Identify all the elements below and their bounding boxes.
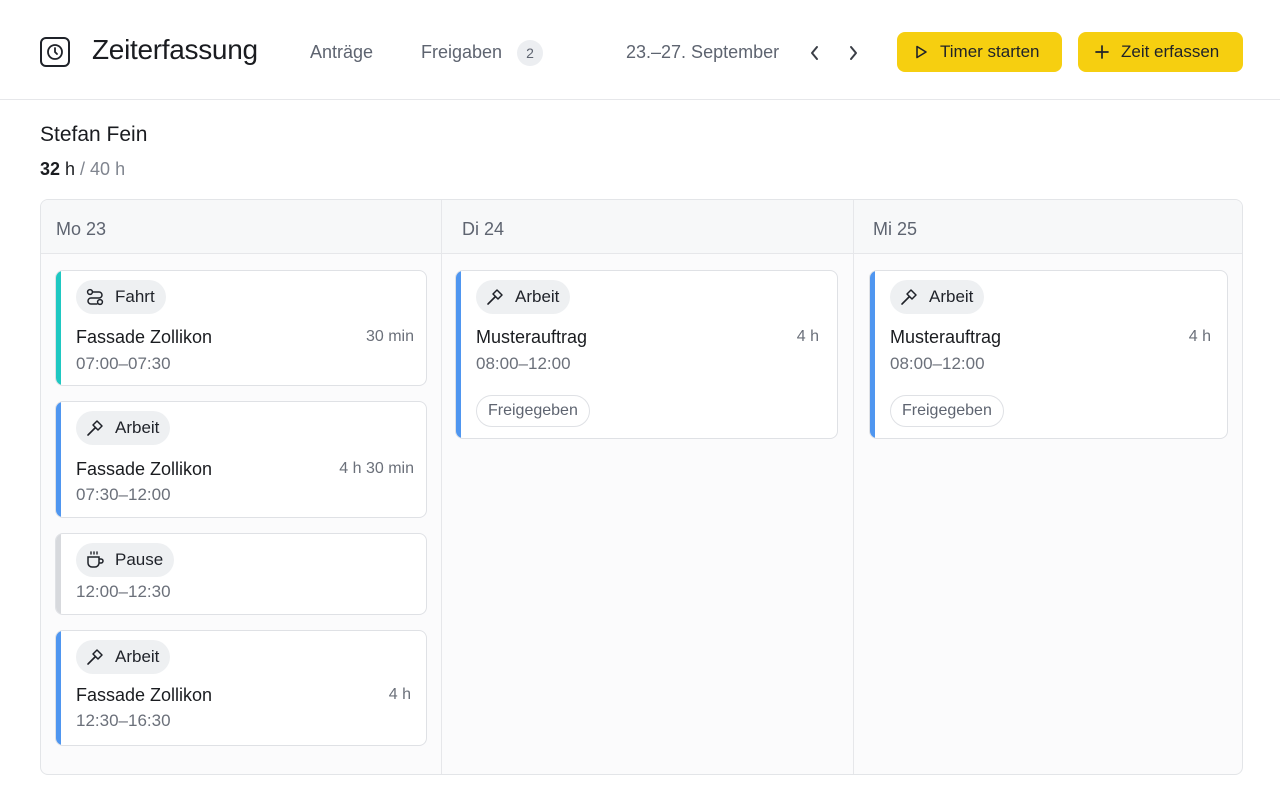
- status-badge: Freigegeben: [476, 395, 590, 427]
- entry-type-chip: Arbeit: [76, 411, 171, 445]
- entry-title: Fassade Zollikon: [76, 459, 213, 479]
- hammer-icon: [84, 417, 106, 439]
- entry-accent: [56, 402, 61, 517]
- clock-icon: [40, 37, 70, 67]
- entry-time: 07:30–12:00: [76, 485, 171, 504]
- entry-time: 07:00–07:30: [76, 354, 171, 373]
- day-header-di: Di 24: [462, 219, 505, 239]
- chevron-left-icon: [811, 46, 818, 60]
- entry-type-chip: Fahrt: [76, 280, 166, 314]
- entry-card-mo-2[interactable]: Arbeit Fassade Zollikon 4 h 30 min 07:30…: [55, 401, 427, 518]
- route-icon: [84, 286, 106, 308]
- hours-summary: 32 h / 40 h: [40, 159, 125, 180]
- entry-duration: 30 min: [365, 328, 414, 345]
- hammer-icon: [898, 286, 920, 308]
- entry-time: 12:00–12:30: [76, 582, 171, 601]
- coffee-icon: [84, 549, 106, 571]
- prev-week-button[interactable]: [804, 42, 826, 64]
- app-header: Zeiterfassung Anträge Freigaben 2 23.–27…: [0, 0, 1280, 100]
- entry-type-label: Pause: [115, 550, 164, 569]
- entry-type-label: Arbeit: [115, 418, 160, 437]
- entry-type-label: Arbeit: [929, 287, 974, 306]
- plus-icon: [1093, 43, 1111, 61]
- entry-title: Musterauftrag: [890, 327, 1002, 347]
- hammer-icon: [84, 646, 106, 668]
- start-timer-button[interactable]: Timer starten: [897, 32, 1062, 72]
- day-header-mo: Mo 23: [56, 219, 107, 239]
- entry-title: Fassade Zollikon: [76, 327, 213, 347]
- entry-card-mo-4[interactable]: Arbeit Fassade Zollikon 4 h 12:30–16:30: [55, 630, 427, 746]
- entry-accent: [56, 631, 61, 745]
- add-time-button[interactable]: Zeit erfassen: [1078, 32, 1243, 72]
- status-badge: Freigegeben: [890, 395, 1004, 427]
- add-time-label: Zeit erfassen: [1121, 42, 1220, 61]
- entry-duration: 4 h: [388, 686, 411, 703]
- nav-antraege[interactable]: Anträge: [310, 42, 373, 63]
- entry-time: 08:00–12:00: [476, 354, 571, 373]
- entry-type-label: Arbeit: [515, 287, 560, 306]
- entry-duration: 4 h: [796, 328, 819, 345]
- entry-accent: [456, 271, 461, 438]
- entry-accent: [56, 534, 61, 614]
- column-divider: [441, 200, 442, 774]
- next-week-button[interactable]: [842, 42, 864, 64]
- entry-card-mo-3[interactable]: Pause 12:00–12:30: [55, 533, 427, 615]
- column-divider: [853, 200, 854, 774]
- entry-accent: [56, 271, 61, 385]
- hammer-icon: [484, 286, 506, 308]
- play-icon: [912, 43, 930, 61]
- entry-type-chip: Arbeit: [476, 280, 571, 314]
- hours-done: 32: [40, 159, 61, 179]
- start-timer-label: Timer starten: [940, 42, 1040, 61]
- week-range: 23.–27. September: [626, 42, 780, 62]
- day-header-mi: Mi 25: [873, 219, 918, 239]
- entry-type-chip: Arbeit: [76, 640, 171, 674]
- entry-time: 12:30–16:30: [76, 711, 171, 730]
- app-title: Zeiterfassung: [92, 34, 258, 65]
- entry-title: Musterauftrag: [476, 327, 588, 347]
- hours-unit: h: [60, 159, 76, 179]
- employee-name: Stefan Fein: [40, 123, 148, 146]
- entry-type-chip: Pause: [76, 543, 175, 577]
- entry-card-di-1[interactable]: Arbeit Musterauftrag 4 h 08:00–12:00 Fre…: [455, 270, 838, 439]
- entry-type-chip: Arbeit: [890, 280, 985, 314]
- day-header-row: Mo 23 Di 24 Mi 25: [41, 200, 1242, 254]
- freigaben-count-badge: 2: [517, 40, 543, 66]
- nav-freigaben[interactable]: Freigaben: [421, 42, 502, 63]
- entry-accent: [870, 271, 875, 438]
- entry-time: 08:00–12:00: [890, 354, 985, 373]
- chevron-right-icon: [850, 46, 857, 60]
- entry-card-mi-1[interactable]: Arbeit Musterauftrag 4 h 08:00–12:00 Fre…: [869, 270, 1228, 439]
- entry-duration: 4 h 30 min: [339, 460, 414, 477]
- entry-title: Fassade Zollikon: [76, 685, 213, 705]
- week-grid: Mo 23 Di 24 Mi 25 Fahrt Fassade Zollikon…: [40, 199, 1243, 775]
- entry-type-label: Fahrt: [115, 287, 155, 306]
- entry-duration: 4 h: [1188, 328, 1211, 345]
- entry-type-label: Arbeit: [115, 647, 160, 666]
- entry-card-mo-1[interactable]: Fahrt Fassade Zollikon 30 min 07:00–07:3…: [55, 270, 427, 386]
- hours-total: / 40 h: [75, 159, 126, 179]
